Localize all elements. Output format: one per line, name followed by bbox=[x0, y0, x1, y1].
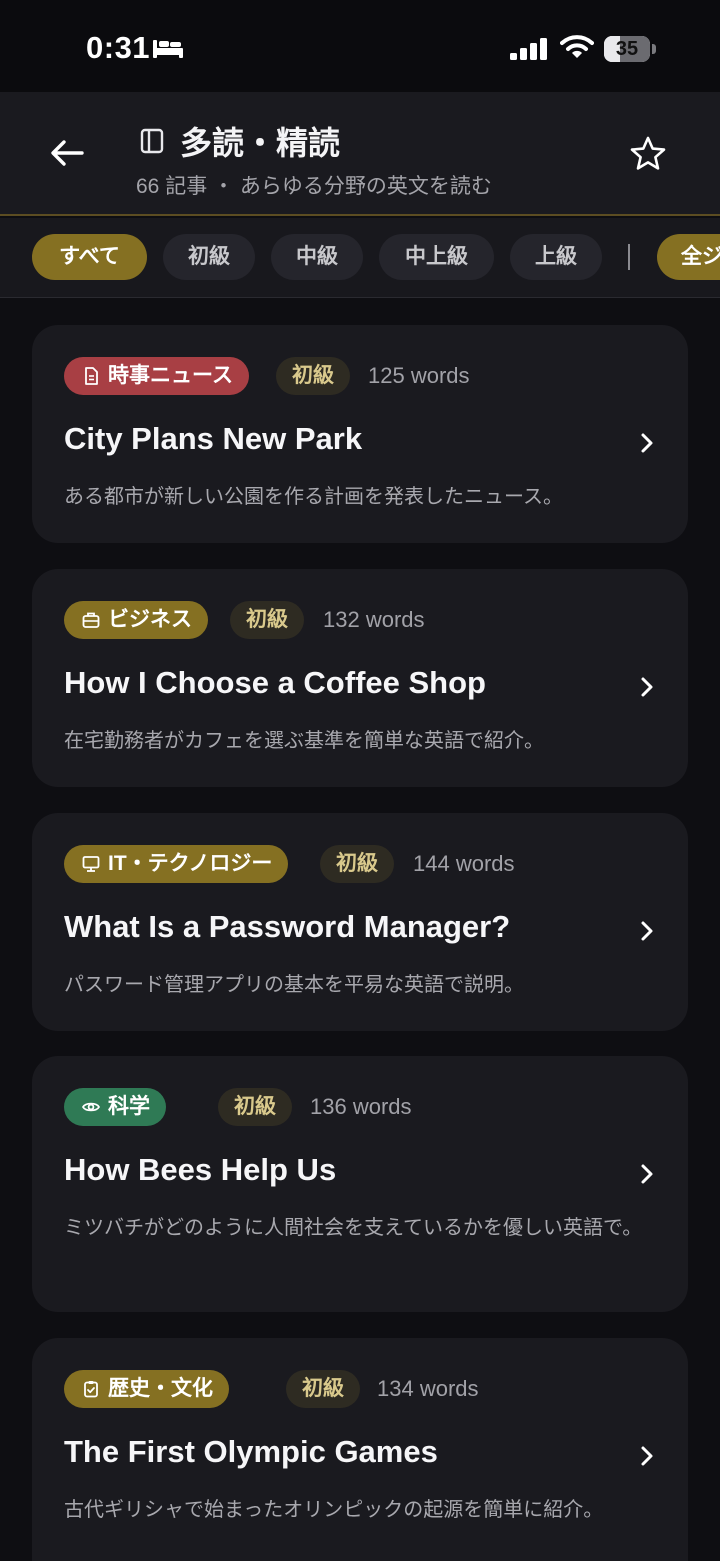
article-card[interactable]: ビジネス 初級 132 words How I Choose a Coffee … bbox=[32, 569, 688, 787]
category-label: 時事ニュース bbox=[108, 364, 233, 387]
article-title: The First Olympic Games bbox=[64, 1434, 438, 1469]
article-title: How Bees Help Us bbox=[64, 1152, 337, 1187]
article-card[interactable]: 時事ニュース 初級 125 words City Plans New Park … bbox=[32, 325, 688, 543]
bed-icon bbox=[153, 40, 183, 58]
level-tag: 初級 bbox=[218, 1088, 292, 1126]
header: 多読・精読 66 記事 ・ あらゆる分野の英文を読む bbox=[0, 92, 720, 216]
chevron-right-icon bbox=[641, 1164, 653, 1184]
battery-icon: 35 bbox=[604, 36, 656, 62]
filter-chip-all-genres[interactable]: 全ジ bbox=[657, 234, 720, 280]
filter-chip-advanced[interactable]: 上級 bbox=[510, 234, 602, 280]
article-description: 在宅勤務者がカフェを選ぶ基準を簡単な英語で紹介。 bbox=[64, 730, 544, 752]
filter-chip-beginner[interactable]: 初級 bbox=[163, 234, 255, 280]
word-count: 132 words bbox=[323, 607, 425, 632]
level-tag: 初級 bbox=[276, 357, 350, 395]
level-tag: 初級 bbox=[286, 1370, 360, 1408]
article-card[interactable]: 歴史・文化 初級 134 words The First Olympic Gam… bbox=[32, 1338, 688, 1561]
word-count: 144 words bbox=[413, 851, 515, 876]
page-subtitle: 66 記事 ・ あらゆる分野の英文を読む bbox=[136, 175, 492, 198]
battery-percent: 35 bbox=[615, 38, 639, 60]
article-card[interactable]: IT・テクノロジー 初級 144 words What Is a Passwor… bbox=[32, 813, 688, 1031]
category-tag: ビジネス bbox=[64, 601, 208, 639]
back-arrow-icon[interactable] bbox=[44, 130, 90, 176]
chevron-right-icon bbox=[641, 1446, 653, 1466]
level-tag: 初級 bbox=[320, 845, 394, 883]
word-count: 136 words bbox=[310, 1094, 412, 1119]
article-description: ある都市が新しい公園を作る計画を発表したニュース。 bbox=[64, 486, 563, 508]
article-card[interactable]: 科学 初級 136 words How Bees Help Us ミツバチがどの… bbox=[32, 1056, 688, 1312]
status-bar: 0:31 35 bbox=[0, 0, 720, 92]
document-icon bbox=[85, 367, 98, 385]
status-time: 0:31 bbox=[86, 30, 151, 65]
wifi-icon bbox=[560, 35, 594, 58]
filter-chip-upper-intermediate[interactable]: 中上級 bbox=[379, 234, 494, 280]
chevron-right-icon bbox=[641, 921, 653, 941]
level-tag: 初級 bbox=[230, 601, 304, 639]
category-tag: 科学 bbox=[64, 1088, 166, 1126]
category-tag: 時事ニュース bbox=[64, 357, 249, 395]
eye-icon bbox=[82, 1102, 100, 1112]
category-label: 科学 bbox=[108, 1095, 150, 1118]
category-tag: IT・テクノロジー bbox=[64, 845, 289, 883]
article-title: What Is a Password Manager? bbox=[64, 909, 511, 944]
category-label: 歴史・文化 bbox=[108, 1377, 213, 1400]
filter-chip-intermediate[interactable]: 中級 bbox=[271, 234, 363, 280]
signal-icon bbox=[510, 38, 547, 60]
book-icon bbox=[140, 128, 164, 154]
article-description: パスワード管理アプリの基本を平易な英語で説明。 bbox=[64, 974, 524, 996]
level-filter-bar: すべて 初級 中級 中上級 上級 全ジ bbox=[0, 218, 720, 298]
clipboard-icon bbox=[84, 1381, 98, 1398]
category-label: IT・テクノロジー bbox=[108, 852, 273, 875]
category-label: ビジネス bbox=[108, 608, 192, 631]
article-title: How I Choose a Coffee Shop bbox=[64, 665, 486, 700]
chevron-right-icon bbox=[641, 677, 653, 697]
briefcase-icon bbox=[82, 612, 100, 628]
article-list: 時事ニュース 初級 125 words City Plans New Park … bbox=[0, 298, 720, 1561]
article-title: City Plans New Park bbox=[64, 421, 363, 456]
word-count: 134 words bbox=[377, 1376, 479, 1401]
filter-divider bbox=[628, 244, 630, 270]
monitor-icon bbox=[82, 856, 100, 872]
page-title: 多読・精読 bbox=[180, 125, 341, 161]
star-icon[interactable] bbox=[628, 134, 668, 174]
article-description: ミツバチがどのように人間社会を支えているかを優しい英語で。 bbox=[64, 1217, 643, 1239]
chevron-right-icon bbox=[641, 433, 653, 453]
category-tag: 歴史・文化 bbox=[64, 1370, 229, 1408]
article-description: 古代ギリシャで始まったオリンピックの起源を簡単に紹介。 bbox=[64, 1499, 604, 1521]
word-count: 125 words bbox=[368, 363, 470, 388]
filter-chip-all[interactable]: すべて bbox=[32, 234, 147, 280]
